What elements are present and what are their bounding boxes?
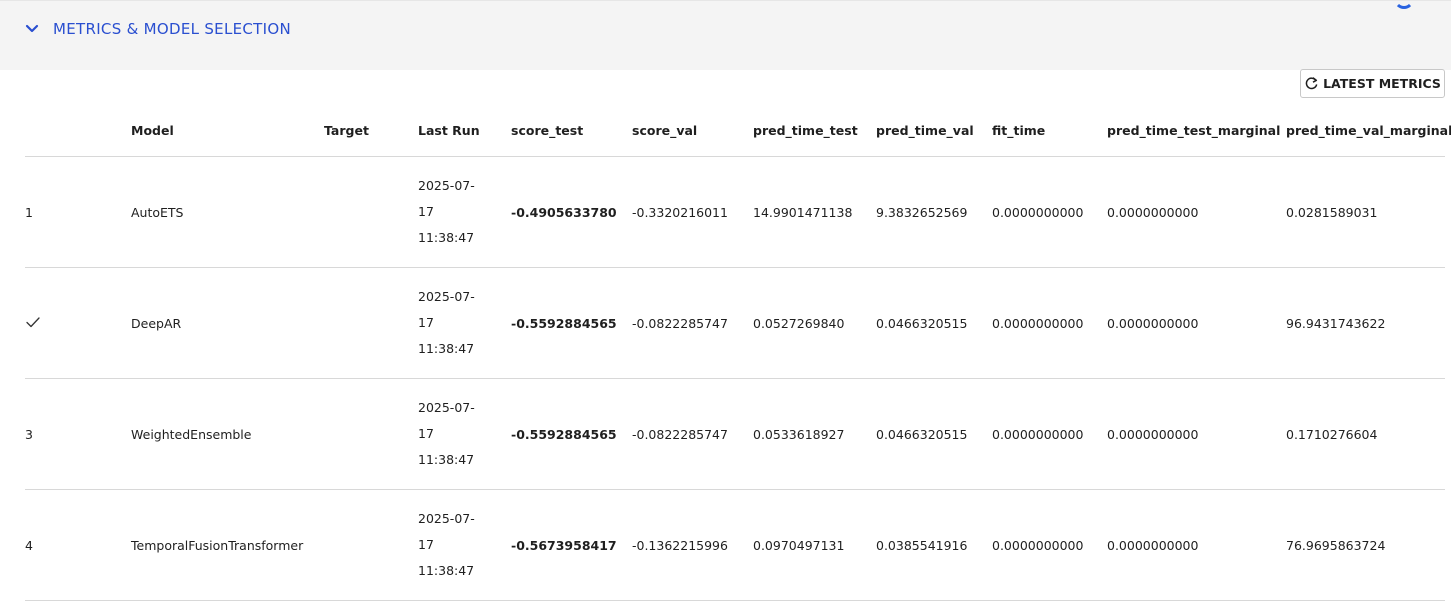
row-score-test: -0.5592884565 bbox=[511, 267, 632, 379]
row-last-run: 2025-07- 17 11:38:47 bbox=[418, 267, 511, 379]
row-pred-time-test-marginal: 0.0000000000 bbox=[1107, 378, 1286, 490]
column-header-fit-time[interactable]: fit_time bbox=[992, 104, 1107, 157]
row-pred-time-test-marginal: 0.0000000000 bbox=[1107, 267, 1286, 379]
row-fit-time: 0.0000000000 bbox=[992, 489, 1107, 601]
row-score-val: -0.0822285747 bbox=[632, 378, 753, 490]
row-last-run: 2025-07- 17 11:38:47 bbox=[418, 489, 511, 601]
row-model: TemporalFusionTransformer bbox=[131, 489, 324, 601]
table-row[interactable]: 3 WeightedEnsemble 2025-07- 17 11:38:47 … bbox=[25, 378, 1445, 490]
column-header-pred-time-test-marginal[interactable]: pred_time_test_marginal bbox=[1107, 104, 1286, 157]
column-header-score-val[interactable]: score_val bbox=[632, 104, 753, 157]
column-header-score-test[interactable]: score_test bbox=[511, 104, 632, 157]
column-header-pred-time-val-marginal[interactable]: pred_time_val_marginal bbox=[1286, 104, 1451, 157]
row-score-test: -0.4905633780 bbox=[511, 156, 632, 268]
column-header-rank bbox=[25, 104, 131, 157]
row-pred-time-val: 9.3832652569 bbox=[876, 156, 992, 268]
metrics-section-header: METRICS & MODEL SELECTION bbox=[0, 0, 1451, 70]
row-pred-time-test: 0.0970497131 bbox=[753, 489, 876, 601]
row-last-run: 2025-07- 17 11:38:47 bbox=[418, 378, 511, 490]
row-pred-time-test: 0.0527269840 bbox=[753, 267, 876, 379]
row-pred-time-val-marginal: 0.0281589031 bbox=[1286, 156, 1445, 268]
latest-metrics-label: LATEST METRICS bbox=[1323, 76, 1441, 91]
row-score-test: -0.5592884565 bbox=[511, 378, 632, 490]
chevron-down-icon[interactable] bbox=[24, 21, 40, 37]
column-header-model[interactable]: Model bbox=[131, 104, 324, 157]
metrics-table: Model Target Last Run score_test score_v… bbox=[25, 104, 1451, 601]
row-fit-time: 0.0000000000 bbox=[992, 267, 1107, 379]
row-fit-time: 0.0000000000 bbox=[992, 378, 1107, 490]
check-icon bbox=[26, 316, 40, 327]
row-target bbox=[324, 378, 418, 490]
section-toggle[interactable]: METRICS & MODEL SELECTION bbox=[24, 20, 291, 38]
section-title[interactable]: METRICS & MODEL SELECTION bbox=[53, 20, 291, 38]
row-target bbox=[324, 156, 418, 268]
column-header-last-run[interactable]: Last Run bbox=[418, 104, 511, 157]
row-score-val: -0.3320216011 bbox=[632, 156, 753, 268]
latest-metrics-button[interactable]: LATEST METRICS bbox=[1300, 69, 1445, 98]
column-header-pred-time-val[interactable]: pred_time_val bbox=[876, 104, 992, 157]
row-rank: 4 bbox=[25, 489, 131, 601]
column-header-target[interactable]: Target bbox=[324, 104, 418, 157]
row-model: DeepAR bbox=[131, 267, 324, 379]
row-model: WeightedEnsemble bbox=[131, 378, 324, 490]
row-fit-time: 0.0000000000 bbox=[992, 156, 1107, 268]
row-pred-time-val: 0.0385541916 bbox=[876, 489, 992, 601]
row-selected bbox=[25, 267, 131, 379]
row-rank: 1 bbox=[25, 156, 131, 268]
table-header-row: Model Target Last Run score_test score_v… bbox=[25, 104, 1451, 157]
row-pred-time-val-marginal: 96.9431743622 bbox=[1286, 267, 1445, 379]
row-score-val: -0.1362215996 bbox=[632, 489, 753, 601]
row-rank: 3 bbox=[25, 378, 131, 490]
row-target bbox=[324, 489, 418, 601]
row-score-test: -0.5673958417 bbox=[511, 489, 632, 601]
row-pred-time-test: 14.9901471138 bbox=[753, 156, 876, 268]
row-pred-time-val: 0.0466320515 bbox=[876, 267, 992, 379]
row-pred-time-test: 0.0533618927 bbox=[753, 378, 876, 490]
table-row[interactable]: 1 AutoETS 2025-07- 17 11:38:47 -0.490563… bbox=[25, 156, 1445, 268]
row-model: AutoETS bbox=[131, 156, 324, 268]
table-row[interactable]: 4 TemporalFusionTransformer 2025-07- 17 … bbox=[25, 489, 1445, 601]
row-pred-time-test-marginal: 0.0000000000 bbox=[1107, 156, 1286, 268]
row-pred-time-val: 0.0466320515 bbox=[876, 378, 992, 490]
table-row[interactable]: DeepAR 2025-07- 17 11:38:47 -0.559288456… bbox=[25, 267, 1445, 379]
refresh-icon bbox=[1305, 77, 1318, 90]
avatar[interactable] bbox=[1394, 0, 1414, 9]
row-pred-time-test-marginal: 0.0000000000 bbox=[1107, 489, 1286, 601]
row-last-run: 2025-07- 17 11:38:47 bbox=[418, 156, 511, 268]
row-pred-time-val-marginal: 0.1710276604 bbox=[1286, 378, 1445, 490]
column-header-pred-time-test[interactable]: pred_time_test bbox=[753, 104, 876, 157]
row-pred-time-val-marginal: 76.9695863724 bbox=[1286, 489, 1445, 601]
row-target bbox=[324, 267, 418, 379]
row-score-val: -0.0822285747 bbox=[632, 267, 753, 379]
